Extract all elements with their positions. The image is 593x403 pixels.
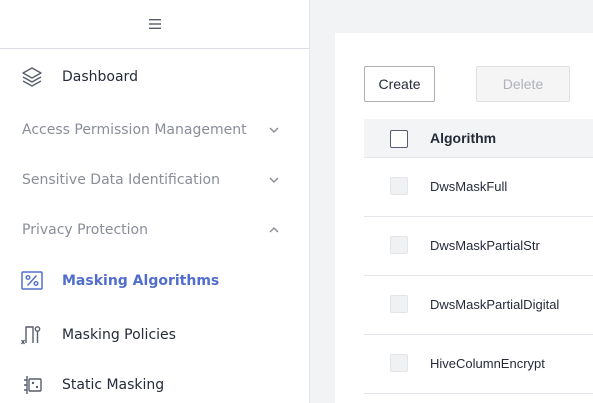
chevron-down-icon xyxy=(269,177,279,183)
sidebar-item-label: Static Masking xyxy=(62,377,165,393)
algorithm-list-panel: Create Delete Algorithm DwsMaskFull DwsM… xyxy=(335,33,593,403)
table-row[interactable]: HiveColumnEncrypt xyxy=(364,335,593,394)
table-row[interactable]: DwsMaskPartialStr xyxy=(364,217,593,276)
chevron-up-icon xyxy=(269,227,279,233)
row-checkbox[interactable] xyxy=(390,295,408,313)
algorithm-name: DwsMaskPartialStr xyxy=(430,238,540,253)
algorithm-name: HiveColumnEncrypt xyxy=(430,356,545,371)
layers-icon xyxy=(22,67,42,87)
row-checkbox[interactable] xyxy=(390,236,408,254)
menu-icon xyxy=(148,19,161,29)
collapse-menu-button[interactable] xyxy=(0,0,309,49)
algorithm-name: DwsMaskPartialDigital xyxy=(430,297,560,312)
sidebar: Dashboard Access Permission Management S… xyxy=(0,0,310,403)
sidebar-item-masking-policies[interactable]: Masking Policies xyxy=(0,323,309,347)
create-button[interactable]: Create xyxy=(364,66,435,102)
sidebar-item-masking-algorithms[interactable]: Masking Algorithms xyxy=(0,269,309,293)
row-checkbox[interactable] xyxy=(390,177,408,195)
algorithm-name: DwsMaskFull xyxy=(430,179,508,194)
sidebar-item-label: Dashboard xyxy=(62,69,138,85)
static-masking-icon xyxy=(24,376,42,394)
percent-icon xyxy=(21,271,43,290)
delete-button[interactable]: Delete xyxy=(476,66,570,102)
sidebar-group-label: Access Permission Management xyxy=(22,122,247,138)
table-header: Algorithm xyxy=(364,119,593,158)
sidebar-item-label: Masking Policies xyxy=(62,327,176,343)
sidebar-group-access-permission[interactable]: Access Permission Management xyxy=(0,119,309,141)
sidebar-item-dashboard[interactable]: Dashboard xyxy=(0,65,309,89)
table-row[interactable]: DwsMaskPartialDigital xyxy=(364,276,593,335)
sidebar-group-sensitive-data[interactable]: Sensitive Data Identification xyxy=(0,169,309,191)
chevron-down-icon xyxy=(269,127,279,133)
table-row[interactable]: DwsMaskFull xyxy=(364,158,593,217)
sidebar-item-static-masking[interactable]: Static Masking xyxy=(0,373,309,397)
row-checkbox[interactable] xyxy=(390,354,408,372)
sidebar-group-label: Sensitive Data Identification xyxy=(22,172,220,188)
sidebar-group-label: Privacy Protection xyxy=(22,222,148,238)
select-all-checkbox[interactable] xyxy=(390,130,408,148)
sidebar-group-privacy-protection[interactable]: Privacy Protection xyxy=(0,219,309,241)
column-header-algorithm[interactable]: Algorithm xyxy=(430,119,496,157)
sidebar-item-label: Masking Algorithms xyxy=(62,273,220,289)
masking-policy-icon xyxy=(20,326,41,345)
